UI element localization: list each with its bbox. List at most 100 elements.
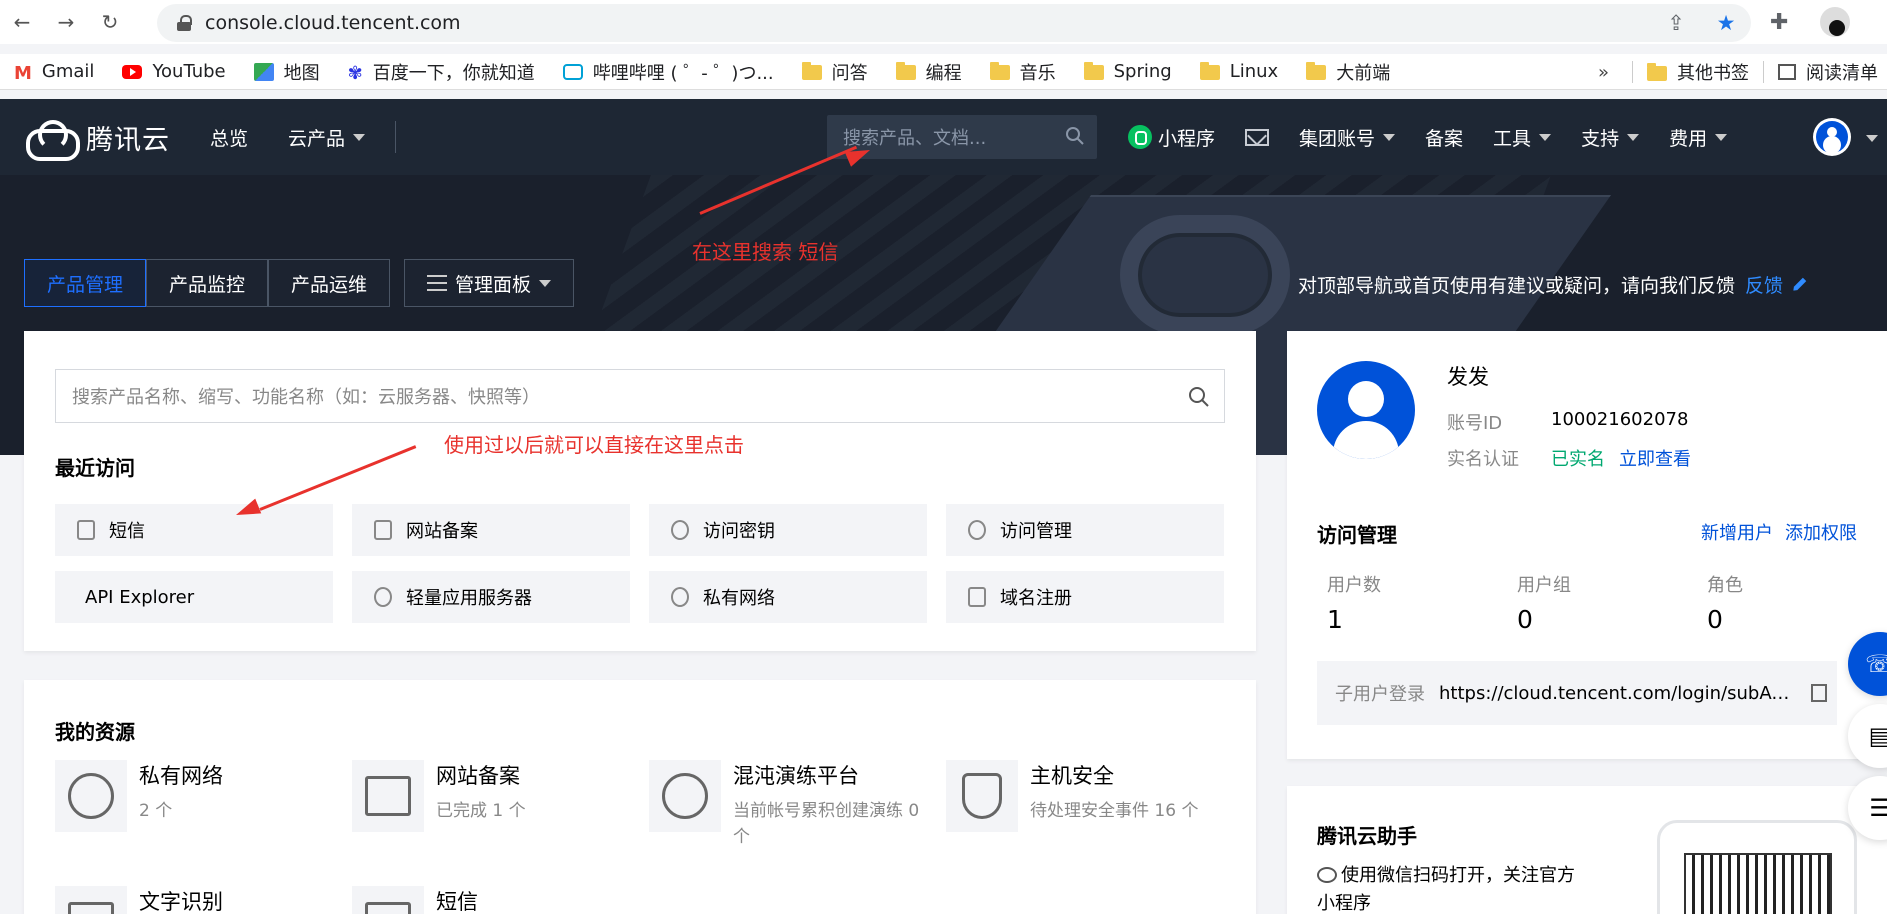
- youtube-icon: [122, 64, 143, 79]
- url-text[interactable]: console.cloud.tencent.com: [205, 12, 461, 34]
- add-user-link[interactable]: 新增用户: [1701, 519, 1773, 545]
- assistant-title: 腾讯云助手: [1317, 824, 1417, 848]
- my-resources-title: 我的资源: [55, 720, 135, 744]
- account-name: 发发: [1447, 365, 1489, 389]
- brand-logo[interactable]: 腾讯云: [24, 118, 170, 161]
- qr-code: [1684, 853, 1832, 914]
- recent-item-cam[interactable]: 访问管理: [946, 504, 1224, 556]
- mini-program-icon: [1128, 125, 1152, 149]
- verify-view-link[interactable]: 立即查看: [1619, 445, 1691, 471]
- bookmark-folder-spring[interactable]: Spring: [1070, 54, 1186, 90]
- recent-item-domain[interactable]: 域名注册: [946, 571, 1224, 623]
- chat-icon: [1317, 867, 1337, 883]
- nav-mail[interactable]: [1245, 128, 1270, 146]
- assistant-desc: 使用微信扫码打开，关注官方小程序: [1317, 865, 1575, 914]
- baidu-icon: ✾: [347, 62, 363, 84]
- address-bar[interactable]: console.cloud.tencent.com ⇪ ★: [157, 4, 1751, 42]
- server-icon: [374, 587, 392, 607]
- bookmark-folder-linux[interactable]: Linux: [1186, 54, 1293, 90]
- nav-group-account[interactable]: 集团账号: [1299, 124, 1396, 151]
- tab-product-operations[interactable]: 产品运维: [268, 259, 391, 307]
- chevron-down-icon: [1715, 133, 1728, 141]
- assistant-card: 腾讯云助手 使用微信扫码打开，关注官方小程序: [1287, 786, 1887, 914]
- account-avatar: [1317, 361, 1415, 459]
- lock-icon[interactable]: [177, 15, 192, 31]
- recent-item-vpc[interactable]: 私有网络: [649, 571, 927, 623]
- chevron-down-icon: [1383, 133, 1396, 141]
- verify-row: 实名认证 已实名 立即查看: [1447, 445, 1691, 471]
- folder-icon: [1199, 62, 1220, 80]
- stat-roles[interactable]: 角色 0: [1707, 571, 1887, 634]
- product-search-input[interactable]: 搜索产品名称、缩写、功能名称（如：云服务器、快照等）: [55, 369, 1225, 423]
- nav-icp[interactable]: 备案: [1425, 124, 1463, 151]
- recent-item-icp[interactable]: 网站备案: [352, 504, 630, 556]
- nav-overview[interactable]: 总览: [210, 124, 248, 151]
- resource-ocr[interactable]: 文字识别: [55, 886, 352, 914]
- recent-item-access-key[interactable]: 访问密钥: [649, 504, 927, 556]
- bookmark-folder-frontend[interactable]: 大前端: [1292, 54, 1404, 90]
- chevron-down-icon: [1627, 133, 1640, 141]
- shuffle-icon: [662, 773, 708, 819]
- account-card: 发发 账号ID 100021602078 实名认证 已实名 立即查看 访问管理 新增用…: [1287, 331, 1887, 759]
- nav-billing[interactable]: 费用: [1669, 124, 1728, 151]
- list-icon: [427, 275, 448, 291]
- nav-products[interactable]: 云产品: [288, 124, 366, 151]
- stat-groups[interactable]: 用户组 0: [1517, 571, 1707, 634]
- resource-chaos[interactable]: 混沌演练平台 当前帐号累积创建演练 0 个: [649, 760, 946, 850]
- feedback-link[interactable]: 反馈: [1745, 271, 1783, 298]
- add-permission-link[interactable]: 添加权限: [1785, 519, 1857, 545]
- bookmark-youtube[interactable]: YouTube: [108, 54, 239, 90]
- feedback-note: 对顶部导航或首页使用有建议或疑问，请向我们反馈 反馈: [1298, 271, 1807, 298]
- nav-tools[interactable]: 工具: [1493, 124, 1552, 151]
- folder-icon: [1647, 62, 1667, 81]
- chevron-down-icon[interactable]: [1866, 135, 1878, 142]
- share-icon[interactable]: ⇪: [1651, 11, 1701, 35]
- reload-icon[interactable]: ↻: [88, 0, 132, 44]
- bookmark-folder-qa[interactable]: 问答: [788, 54, 882, 90]
- stat-users[interactable]: 用户数 1: [1327, 571, 1517, 634]
- recent-item-lighthouse[interactable]: 轻量应用服务器: [352, 571, 630, 623]
- bookmark-folder-programming[interactable]: 编程: [882, 54, 976, 90]
- dashboard-panel-button[interactable]: 管理面板: [404, 259, 575, 307]
- tab-product-monitoring[interactable]: 产品监控: [146, 259, 269, 307]
- back-icon[interactable]: ←: [0, 0, 44, 44]
- sub-login-url[interactable]: https://cloud.tencent.com/login/subAccou…: [1439, 683, 1799, 704]
- user-avatar[interactable]: [1813, 118, 1851, 156]
- nav-mini-program[interactable]: 小程序: [1128, 124, 1215, 151]
- bookmark-star-icon[interactable]: ★: [1701, 11, 1751, 35]
- folder-icon: [895, 62, 916, 80]
- resource-vpc[interactable]: 私有网络 2 个: [55, 760, 352, 850]
- profile-avatar[interactable]: [1820, 7, 1850, 37]
- chevron-down-icon: [539, 279, 552, 287]
- reading-list-button[interactable]: 阅读清单: [1764, 54, 1887, 90]
- tab-product-management[interactable]: 产品管理: [24, 259, 147, 307]
- resource-host-security[interactable]: 主机安全 待处理安全事件 16 个: [946, 760, 1243, 850]
- copy-icon[interactable]: [1811, 684, 1827, 702]
- search-icon[interactable]: [1065, 126, 1085, 146]
- bookmarks-overflow-button[interactable]: »: [1598, 54, 1609, 90]
- recent-item-sms[interactable]: 短信: [55, 504, 333, 556]
- icp-icon: [365, 776, 411, 816]
- bookmark-other[interactable]: 其他书签: [1633, 54, 1763, 90]
- bookmark-bilibili[interactable]: 哔哩哔哩 ( ゜- ゜)つ...: [549, 54, 788, 90]
- forward-icon[interactable]: →: [44, 0, 88, 44]
- search-icon[interactable]: [1188, 386, 1210, 408]
- icp-icon: [374, 520, 392, 540]
- bookmark-gmail[interactable]: M Gmail: [0, 54, 108, 90]
- nav-support[interactable]: 支持: [1581, 124, 1640, 151]
- annotation-recent-hint: 使用过以后就可以直接在这里点击: [444, 433, 744, 457]
- bookmark-baidu[interactable]: ✾ 百度一下，你就知道: [334, 54, 549, 90]
- bookmark-folder-music[interactable]: 音乐: [976, 54, 1070, 90]
- bookmark-maps[interactable]: 地图: [240, 54, 334, 90]
- resource-sms[interactable]: 短信: [352, 886, 649, 914]
- maps-icon: [253, 62, 274, 81]
- folder-icon: [1083, 62, 1104, 80]
- bilibili-icon: [562, 63, 583, 80]
- recent-item-api-explorer[interactable]: API Explorer: [55, 571, 333, 623]
- resource-icp[interactable]: 网站备案 已完成 1 个: [352, 760, 649, 850]
- edit-icon[interactable]: [1788, 273, 1811, 296]
- annotation-search-hint: 在这里搜索 短信: [692, 240, 839, 264]
- banner-cloud-logo-icon: [1120, 215, 1290, 335]
- extensions-icon[interactable]: ✚: [1770, 10, 1788, 35]
- mail-icon: [1245, 128, 1270, 146]
